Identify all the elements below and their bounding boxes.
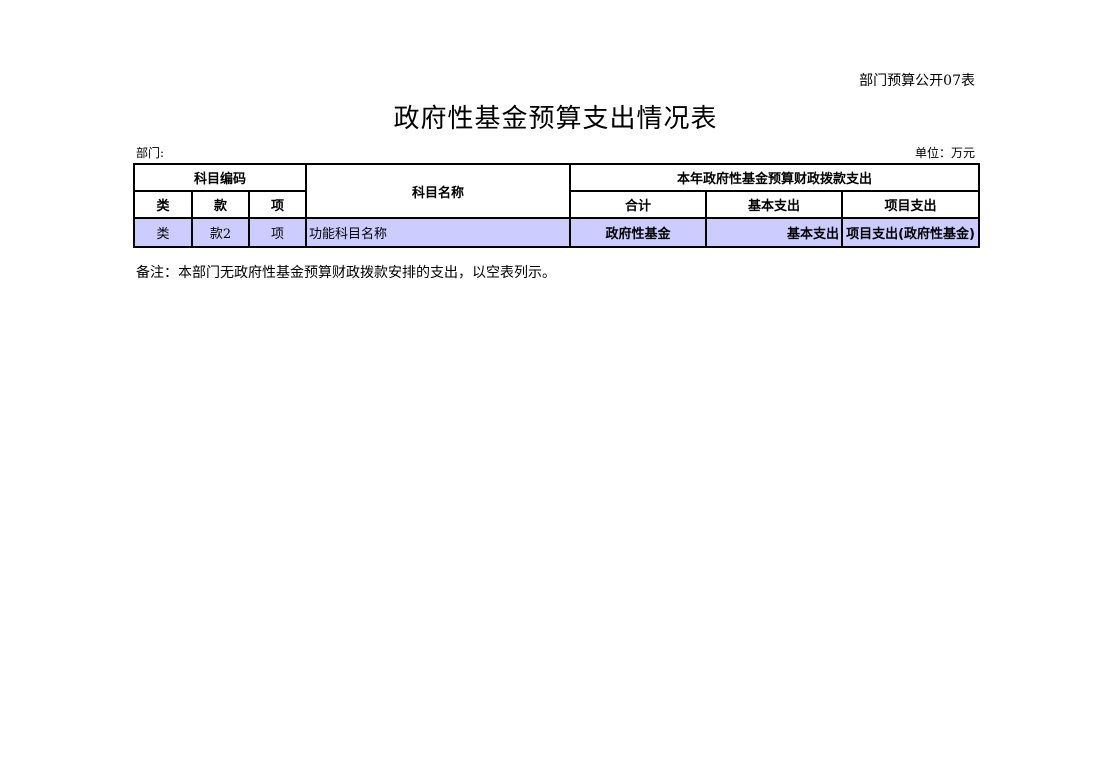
table-row: 类 款2 项 功能科目名称 政府性基金 基本支出 项目支出(政府性基金) <box>133 217 981 248</box>
page-title: 政府性基金预算支出情况表 <box>393 104 718 134</box>
cell-kuan: 款2 <box>191 217 250 248</box>
header-subject-code: 科目编码 <box>132 163 308 192</box>
cell-subject-name: 功能科目名称 <box>305 217 572 248</box>
unit-label: 单位：万元 <box>914 146 975 160</box>
header-kuan: 款 <box>191 190 250 219</box>
cell-project: 项目支出(政府性基金) <box>841 217 981 248</box>
cell-class: 类 <box>133 217 193 248</box>
cell-total: 政府性基金 <box>569 217 708 248</box>
header-subject-name: 科目名称 <box>305 163 572 219</box>
cell-basic: 基本支出 <box>705 217 844 248</box>
table-header-row: 科目编码 科目名称 本年政府性基金预算财政拨款支出 <box>132 163 981 219</box>
header-class: 类 <box>133 190 193 219</box>
budget-table: 科目编码 科目名称 本年政府性基金预算财政拨款支出 类 款 项 合计 基本支出 … <box>132 163 981 248</box>
header-item: 项 <box>247 190 308 219</box>
footnote: 备注：本部门无政府性基金预算财政拨款安排的支出，以空表列示。 <box>136 265 556 281</box>
header-project: 项目支出 <box>841 190 981 219</box>
header-expenditure-group: 本年政府性基金预算财政拨款支出 <box>569 163 981 192</box>
department-label: 部门: <box>136 146 165 160</box>
header-basic: 基本支出 <box>705 190 844 219</box>
cell-item: 项 <box>247 217 308 248</box>
header-total: 合计 <box>569 190 708 219</box>
document-number: 部门预算公开07表 <box>859 73 975 89</box>
